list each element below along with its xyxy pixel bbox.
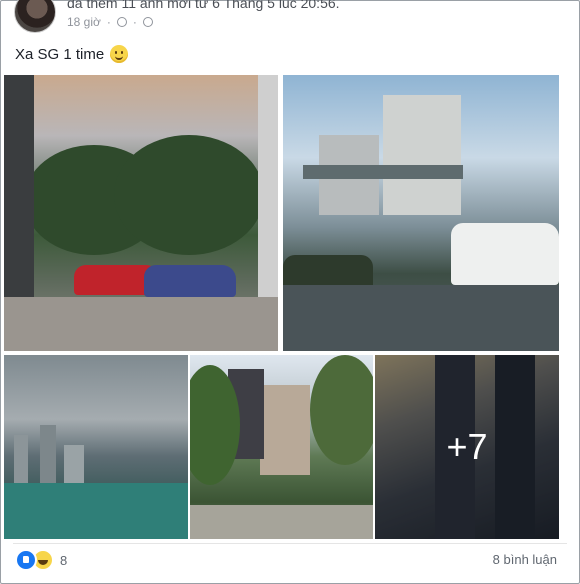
pavement-shape xyxy=(283,285,559,351)
blue-car-shape xyxy=(144,265,236,297)
photo-more[interactable]: +7 xyxy=(375,355,559,539)
post-text-row: Xa SG 1 time xyxy=(15,45,129,63)
reactions-summary[interactable]: 8 xyxy=(15,549,67,571)
tree-shape xyxy=(114,135,264,255)
more-photos-overlay[interactable]: +7 xyxy=(375,355,559,539)
overpass-shape xyxy=(303,165,463,179)
separator-dot: · xyxy=(106,15,111,29)
post-text: Xa SG 1 time xyxy=(15,45,105,63)
more-photos-count: +7 xyxy=(446,426,488,467)
reaction-count: 8 xyxy=(60,552,68,568)
clock-icon xyxy=(116,17,127,27)
timestamp[interactable]: 18 giờ xyxy=(67,15,101,29)
white-suv-shape xyxy=(451,223,559,285)
comments-link[interactable]: 8 bình luận xyxy=(493,552,557,567)
building-shape xyxy=(40,425,56,485)
photo-bay-skyline[interactable] xyxy=(4,355,188,539)
photo-supercars[interactable] xyxy=(4,75,278,351)
photo-city-suv[interactable] xyxy=(283,75,559,351)
water-shape xyxy=(4,483,188,539)
pavement-shape xyxy=(190,505,373,539)
like-reaction-icon xyxy=(15,549,37,571)
building-shape xyxy=(260,385,310,475)
post-card: đã thêm 11 ảnh mới từ 6 Tháng 5 lúc 20:5… xyxy=(0,0,580,584)
avatar[interactable] xyxy=(14,0,56,33)
building-shape xyxy=(14,435,28,485)
tree-shape xyxy=(310,355,373,465)
building-shape xyxy=(64,445,84,485)
pillar-shape xyxy=(258,75,278,315)
building-shape xyxy=(383,95,461,215)
divider xyxy=(13,543,567,544)
globe-icon[interactable] xyxy=(142,17,153,27)
photo-street-view[interactable] xyxy=(190,355,373,539)
separator-dot: · xyxy=(132,15,137,29)
smile-emoji-icon xyxy=(110,45,129,63)
pavement-shape xyxy=(4,297,278,351)
post-meta: 18 giờ · · xyxy=(67,15,153,29)
post-header-text: đã thêm 11 ảnh mới từ 6 Tháng 5 lúc 20:5… xyxy=(67,0,340,11)
